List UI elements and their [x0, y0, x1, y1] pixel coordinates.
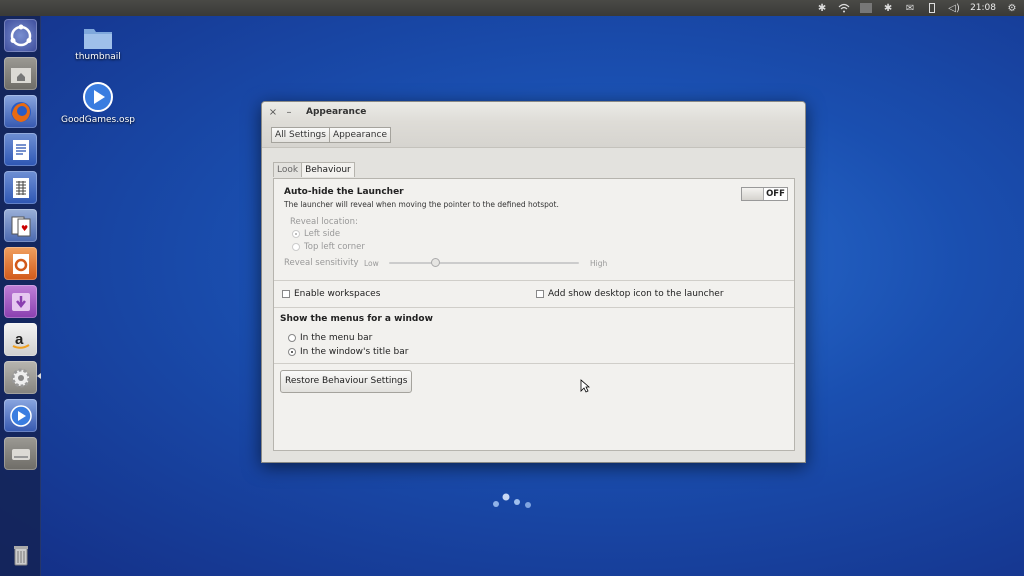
divider [274, 363, 794, 364]
desktop-icon-goodgames[interactable]: GoodGames.osp [58, 81, 138, 125]
reveal-location-label: Reveal location: [290, 217, 358, 227]
window-content: Look Behaviour Auto-hide the Launcher Th… [262, 148, 805, 462]
mouse-cursor-icon [580, 379, 590, 393]
system-settings-icon[interactable] [4, 361, 37, 394]
toggle-knob [742, 188, 764, 200]
svg-text:♥: ♥ [21, 224, 28, 233]
restore-behaviour-button[interactable]: Restore Behaviour Settings [280, 370, 413, 393]
sensitivity-high-label: High [590, 259, 608, 268]
mail-icon[interactable]: ✉ [904, 2, 916, 14]
wifi-icon[interactable] [838, 2, 850, 14]
enable-workspaces-checkbox[interactable] [282, 289, 290, 298]
writer-icon[interactable] [4, 133, 37, 166]
ubuntu-dash-icon[interactable] [4, 19, 37, 52]
window-titlebar[interactable]: × – Appearance [262, 102, 805, 122]
sensitivity-slider [389, 262, 579, 264]
enable-workspaces-option[interactable]: Enable workspaces [282, 289, 380, 299]
impress-icon[interactable] [4, 247, 37, 280]
radio-menu-bar[interactable] [288, 333, 296, 342]
appearance-window: × – Appearance All Settings Appearance L… [261, 101, 806, 463]
sensitivity-slider-knob [431, 258, 440, 267]
breadcrumb: All Settings Appearance [262, 122, 805, 148]
divider [274, 280, 794, 281]
show-desktop-checkbox[interactable] [536, 289, 544, 298]
files-icon[interactable] [4, 57, 37, 90]
title-bar-option[interactable]: In the window's title bar [288, 347, 408, 357]
bluetooth-icon[interactable]: ✱ [882, 2, 894, 14]
card-game-icon[interactable]: ♥ [4, 209, 37, 242]
radio-label: In the window's title bar [300, 347, 409, 357]
launcher: ♥ a [0, 16, 41, 576]
desktop-icon-label: GoodGames.osp [61, 115, 135, 125]
menus-title: Show the menus for a window [280, 314, 433, 324]
loading-spinner-icon [493, 493, 531, 508]
desktop-icon-thumbnail[interactable]: thumbnail [58, 26, 138, 62]
svg-text:a: a [15, 331, 24, 348]
autohide-description: The launcher will reveal when moving the… [284, 200, 559, 209]
tab-bar: Look Behaviour [273, 162, 355, 177]
volume-icon[interactable]: ◁) [948, 2, 960, 14]
reveal-left-side-option: Left side [292, 229, 340, 239]
keyboard-icon[interactable] [860, 2, 873, 14]
top-panel: ✱ ✱ ✉ ◁) 21:08 ⚙ [0, 0, 1024, 16]
menu-bar-option[interactable]: In the menu bar [288, 333, 372, 343]
checkbox-label: Enable workspaces [294, 289, 381, 299]
gear-icon[interactable]: ⚙ [1006, 2, 1018, 14]
minimize-icon[interactable]: – [284, 107, 294, 118]
disk-icon[interactable] [4, 437, 37, 470]
checkbox-label: Add show desktop icon to the launcher [548, 289, 724, 299]
sensitivity-label: Reveal sensitivity [284, 258, 359, 268]
radio-top-left [292, 242, 300, 251]
radio-label: Left side [304, 229, 341, 239]
battery-icon[interactable] [926, 2, 938, 14]
radio-left-side [292, 229, 300, 238]
radio-label: Top left corner [304, 242, 365, 252]
bluetooth-icon[interactable]: ✱ [816, 2, 828, 14]
media-player-icon[interactable] [4, 399, 37, 432]
media-file-icon [83, 82, 113, 112]
tab-behaviour[interactable]: Behaviour [302, 162, 355, 177]
firefox-icon[interactable] [4, 95, 37, 128]
reveal-top-left-option: Top left corner [292, 242, 365, 252]
show-desktop-option[interactable]: Add show desktop icon to the launcher [536, 289, 724, 299]
radio-title-bar[interactable] [288, 347, 296, 356]
window-title: Appearance [306, 107, 367, 117]
divider [274, 307, 794, 308]
autohide-title: Auto-hide the Launcher [284, 187, 404, 197]
radio-label: In the menu bar [300, 333, 373, 343]
clock[interactable]: 21:08 [970, 3, 996, 13]
toggle-state: OFF [766, 189, 785, 199]
running-indicator [37, 373, 41, 379]
amazon-icon[interactable]: a [4, 323, 37, 356]
tab-look[interactable]: Look [273, 162, 303, 177]
calc-icon[interactable] [4, 171, 37, 204]
close-icon[interactable]: × [268, 107, 278, 118]
breadcrumb-all-settings[interactable]: All Settings [271, 126, 330, 143]
sensitivity-low-label: Low [364, 259, 379, 268]
behaviour-panel: Auto-hide the Launcher The launcher will… [273, 178, 795, 451]
software-center-icon[interactable] [4, 285, 37, 318]
autohide-toggle[interactable]: OFF [741, 187, 788, 201]
folder-icon [84, 29, 112, 49]
trash-icon[interactable] [4, 538, 37, 571]
breadcrumb-appearance[interactable]: Appearance [329, 126, 391, 143]
desktop-icon-label: thumbnail [75, 52, 121, 62]
